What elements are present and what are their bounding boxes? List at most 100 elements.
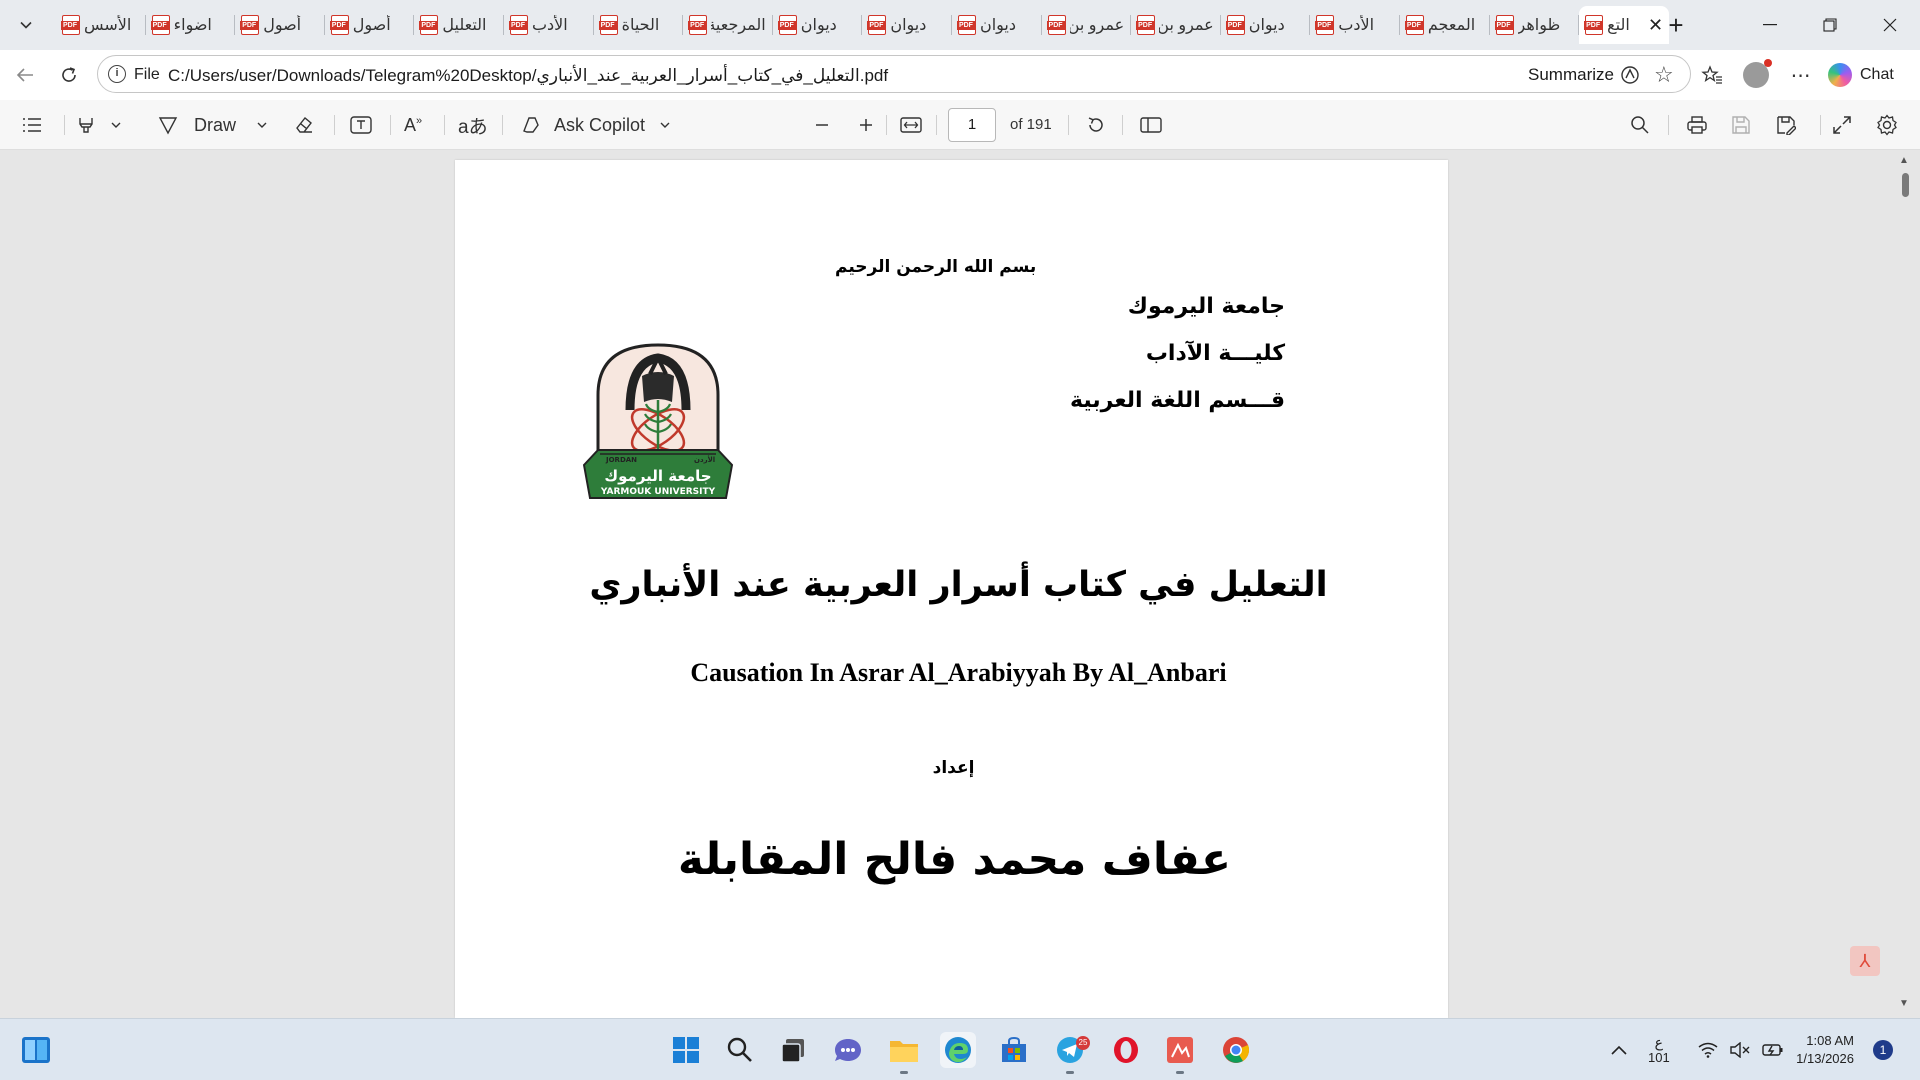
summarize-button[interactable]: Summarize (1528, 65, 1640, 85)
close-window-button[interactable] (1860, 0, 1920, 50)
copilot-chat-button[interactable]: Chat (1828, 58, 1894, 92)
edge-taskbar-button[interactable] (940, 1032, 976, 1068)
tab-title: ديوان (800, 17, 837, 34)
ime-primary: ع (1654, 1034, 1664, 1050)
pdf-icon (1404, 15, 1424, 35)
taskbar-search-button[interactable] (722, 1032, 758, 1068)
widgets-button[interactable] (18, 1032, 54, 1068)
save-button[interactable] (1731, 110, 1751, 140)
pdf-settings-button[interactable] (1876, 110, 1898, 140)
tab[interactable]: الأسس (56, 6, 145, 44)
translate-button[interactable]: aあ (458, 110, 488, 140)
favorites-button[interactable] (1696, 59, 1728, 91)
tab[interactable]: الأدب (1310, 6, 1399, 44)
scrollbar-thumb[interactable] (1902, 173, 1909, 197)
tab[interactable]: المعجم (1400, 6, 1489, 44)
contents-button[interactable] (22, 110, 42, 140)
profile-button[interactable] (1740, 59, 1772, 91)
erase-button[interactable] (294, 110, 314, 140)
tab[interactable]: ديوان (1221, 6, 1310, 44)
find-button[interactable] (1630, 110, 1650, 140)
tab[interactable]: التعليل (414, 6, 503, 44)
meet-chat-button[interactable] (830, 1032, 866, 1068)
acrobat-extension-button[interactable]: ⅄ (1850, 946, 1880, 976)
thesis-title-arabic: التعليل في كتاب أسرار العربية عند الأنبا… (589, 565, 1328, 605)
ask-copilot-button[interactable]: Ask Copilot (520, 110, 671, 140)
file-explorer-button[interactable] (886, 1032, 922, 1074)
new-tab-button[interactable]: + (1660, 9, 1692, 41)
chat-meet-icon (835, 1039, 861, 1061)
scroll-up-icon[interactable]: ▲ (1899, 155, 1909, 166)
tab-title: المرجعية (711, 17, 766, 34)
chrome-button[interactable] (1218, 1032, 1254, 1068)
opera-button[interactable] (1108, 1032, 1144, 1068)
tab-actions-menu-button[interactable] (10, 9, 42, 41)
back-button[interactable] (9, 59, 41, 91)
restore-button[interactable] (1800, 0, 1860, 50)
clock[interactable]: 1:08 AM 1/13/2026 (1790, 1019, 1854, 1080)
quick-settings-button[interactable] (1698, 1019, 1784, 1080)
site-info-icon[interactable]: i (108, 65, 126, 83)
url-text[interactable]: C:/Users/user/Downloads/Telegram%20Deskt… (168, 66, 888, 86)
save-as-icon (1777, 116, 1796, 135)
chevron-up-icon (1611, 1045, 1627, 1055)
chevron-down-icon (660, 122, 670, 128)
toolbar-divider (1068, 115, 1069, 135)
tab-title: ديوان (890, 17, 927, 34)
rotate-button[interactable] (1086, 110, 1106, 140)
save-as-button[interactable] (1776, 110, 1796, 140)
scroll-down-icon[interactable]: ▼ (1899, 998, 1909, 1009)
highlight-button[interactable] (76, 110, 122, 140)
fit-width-icon (900, 117, 922, 133)
settings-more-button[interactable]: ⋯ (1785, 59, 1817, 91)
scrollbar[interactable] (1896, 151, 1914, 1018)
fullscreen-button[interactable] (1832, 110, 1852, 140)
telegram-button[interactable]: 25 (1052, 1032, 1090, 1074)
tab[interactable]: ظواهر (1490, 6, 1579, 44)
store-button[interactable] (996, 1032, 1032, 1068)
chevron-down-icon (20, 21, 32, 29)
print-button[interactable] (1686, 110, 1708, 140)
tab-title: التعليل (442, 17, 487, 34)
input-language-indicator[interactable]: ع 101 (1648, 1019, 1670, 1080)
favorite-star-icon[interactable]: ☆ (1654, 62, 1674, 88)
page-view-button[interactable] (1140, 110, 1162, 140)
show-hidden-icons-button[interactable] (1610, 1019, 1628, 1080)
tab[interactable]: المرجعية (683, 6, 772, 44)
start-button[interactable] (668, 1032, 704, 1068)
pdf-reader-button[interactable] (1162, 1032, 1198, 1074)
tab-title: ديوان (1248, 17, 1285, 34)
url-bar[interactable]: i File C:/Users/user/Downloads/Telegram%… (97, 55, 1691, 93)
tab[interactable]: عمرو بن (1131, 6, 1220, 44)
translate-icon: aあ (458, 116, 488, 138)
page-number-input[interactable]: 1 (948, 108, 996, 142)
toolbar-divider (1668, 115, 1669, 135)
pdf-icon (1225, 15, 1245, 35)
zoom-in-button[interactable] (858, 110, 874, 140)
minimize-button[interactable] (1740, 0, 1800, 50)
read-aloud-button[interactable]: A» (404, 110, 422, 140)
file-explorer-icon (890, 1041, 918, 1062)
refresh-button[interactable] (53, 59, 85, 91)
refresh-icon (62, 67, 76, 82)
tab[interactable]: ديوان (952, 6, 1041, 44)
tab[interactable]: الحياة (594, 6, 683, 44)
tab-title: ديوان (979, 17, 1016, 34)
task-view-button[interactable] (776, 1032, 812, 1068)
tab[interactable]: اضواء (146, 6, 235, 44)
tab[interactable]: أصول (325, 6, 414, 44)
tab[interactable]: ديوان (773, 6, 862, 44)
zoom-out-button[interactable] (814, 110, 830, 140)
tab[interactable]: عمرو بن (1042, 6, 1131, 44)
search-icon (727, 1037, 752, 1062)
tab[interactable]: الأدب (504, 6, 593, 44)
print-icon (1687, 116, 1707, 134)
tab-active[interactable]: التع✕ (1579, 6, 1670, 44)
fit-to-width-button[interactable] (900, 110, 922, 140)
tab[interactable]: ديوان (862, 6, 951, 44)
tab[interactable]: أصول (235, 6, 324, 44)
pdf-reader-icon (1167, 1037, 1193, 1063)
draw-button[interactable]: Draw (158, 110, 268, 140)
notification-count-badge[interactable]: 1 (1873, 1040, 1893, 1060)
add-text-button[interactable] (350, 110, 372, 140)
